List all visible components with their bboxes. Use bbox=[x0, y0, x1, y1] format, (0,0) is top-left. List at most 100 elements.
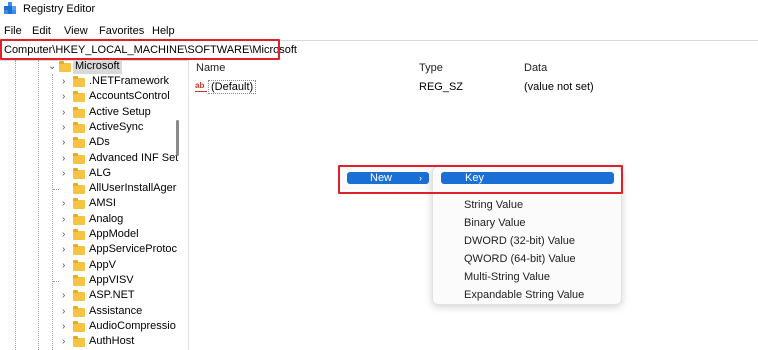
chevron-right-icon[interactable]: › bbox=[62, 306, 65, 317]
folder-icon bbox=[73, 336, 85, 348]
tree-item-label: Active Setup bbox=[89, 105, 151, 118]
folder-icon bbox=[73, 259, 85, 271]
chevron-right-icon[interactable]: › bbox=[62, 290, 65, 301]
tree-connector bbox=[53, 280, 59, 282]
tree-item[interactable]: › ASP.NET bbox=[0, 289, 186, 304]
column-header-name[interactable]: Name bbox=[196, 62, 225, 74]
folder-icon bbox=[73, 137, 85, 149]
menu-favorites[interactable]: Favorites bbox=[99, 25, 144, 37]
tree-item[interactable]: › ALG bbox=[0, 167, 186, 182]
folder-icon bbox=[73, 91, 85, 103]
folder-icon bbox=[73, 167, 85, 179]
menu-string-value[interactable]: String Value bbox=[464, 199, 523, 211]
tree-item[interactable]: › AuthHost bbox=[0, 335, 186, 350]
tree-item-label: ADs bbox=[89, 136, 110, 149]
tree-item-label: ASP.NET bbox=[89, 289, 135, 302]
folder-icon bbox=[73, 244, 85, 256]
tree-item[interactable]: › AppV bbox=[0, 259, 186, 274]
tree-item-label: Assistance bbox=[89, 304, 143, 317]
tree-item[interactable]: › AccountsControl bbox=[0, 90, 186, 105]
chevron-right-icon[interactable]: › bbox=[62, 137, 65, 148]
folder-icon bbox=[73, 152, 85, 164]
tree-item-label: AccountsControl bbox=[89, 90, 170, 103]
chevron-right-icon[interactable]: › bbox=[62, 244, 65, 255]
context-highlight-box bbox=[338, 165, 623, 194]
tree-item[interactable]: › Active Setup bbox=[0, 106, 186, 121]
title-bar: Registry Editor bbox=[0, 0, 758, 20]
tree-item-label: .NETFramework bbox=[89, 75, 170, 87]
chevron-down-icon[interactable]: ⌄ bbox=[48, 61, 56, 72]
chevron-right-icon[interactable]: › bbox=[62, 214, 65, 225]
tree-item[interactable]: › Advanced INF Set bbox=[0, 152, 186, 167]
tree-item-microsoft[interactable]: ⌄ Microsoft bbox=[0, 60, 186, 75]
tree-item-label: AppModel bbox=[89, 228, 139, 240]
tree-item[interactable]: › Assistance bbox=[0, 305, 186, 320]
address-highlight-box bbox=[0, 39, 280, 60]
menu-dword-value[interactable]: DWORD (32-bit) Value bbox=[464, 235, 575, 247]
tree-item-label: ALG bbox=[89, 166, 112, 179]
tree-item-label: Advanced INF Set bbox=[89, 151, 179, 164]
column-header-data[interactable]: Data bbox=[524, 62, 547, 74]
tree-item-label: AppServiceProtoc bbox=[89, 243, 178, 256]
menu-expandable-string-value[interactable]: Expandable String Value bbox=[464, 289, 584, 301]
tree-item[interactable]: AllUserInstallAger bbox=[0, 182, 186, 197]
tree-item-label: ActiveSync bbox=[89, 120, 144, 133]
folder-icon bbox=[59, 61, 71, 72]
chevron-right-icon[interactable]: › bbox=[62, 168, 65, 179]
tree-item[interactable]: AppVISV bbox=[0, 274, 186, 289]
menu-view[interactable]: View bbox=[64, 25, 88, 37]
chevron-right-icon[interactable]: › bbox=[62, 336, 65, 347]
tree-scrollbar-thumb[interactable] bbox=[176, 120, 179, 156]
tree-item-label: AppV bbox=[89, 258, 116, 271]
chevron-right-icon[interactable]: › bbox=[62, 122, 65, 133]
chevron-right-icon[interactable]: › bbox=[62, 153, 65, 164]
pane-splitter[interactable] bbox=[188, 60, 189, 350]
tree-item-label: Microsoft bbox=[75, 60, 120, 72]
folder-icon bbox=[73, 320, 85, 332]
registry-tree: ⌄ Microsoft › .NETFramework › AccountsContr… bbox=[0, 60, 186, 350]
column-header-type[interactable]: Type bbox=[419, 62, 443, 74]
menu-binary-value[interactable]: Binary Value bbox=[464, 217, 526, 229]
folder-icon bbox=[73, 274, 85, 286]
chevron-right-icon[interactable]: › bbox=[62, 198, 65, 209]
tree-item-label: AppVISV bbox=[89, 273, 134, 286]
menu-file[interactable]: File bbox=[4, 25, 22, 37]
tree-connector bbox=[53, 189, 59, 191]
folder-icon bbox=[73, 290, 85, 302]
tree-item-label: AudioCompressio bbox=[89, 319, 176, 332]
folder-icon bbox=[73, 213, 85, 225]
tree-item-label: Analog bbox=[89, 212, 124, 225]
tree-item[interactable]: › Analog bbox=[0, 213, 186, 228]
folder-icon bbox=[73, 76, 85, 87]
chevron-right-icon[interactable]: › bbox=[62, 260, 65, 271]
registry-editor-icon bbox=[4, 2, 16, 14]
string-value-icon: ab bbox=[195, 80, 207, 92]
tree-item-label: AllUserInstallAger bbox=[89, 182, 177, 195]
tree-item-label: AMSI bbox=[89, 197, 116, 210]
menu-multi-string-value[interactable]: Multi-String Value bbox=[464, 271, 550, 283]
chevron-right-icon[interactable]: › bbox=[62, 91, 65, 102]
tree-item[interactable]: › AppServiceProtoc bbox=[0, 243, 186, 258]
menu-qword-value[interactable]: QWORD (64-bit) Value bbox=[464, 253, 576, 265]
chevron-right-icon[interactable]: › bbox=[62, 229, 65, 240]
folder-icon bbox=[73, 121, 85, 133]
value-data: (value not set) bbox=[524, 81, 594, 93]
tree-item-label: AuthHost bbox=[89, 335, 135, 348]
folder-icon bbox=[73, 183, 85, 195]
tree-item[interactable]: › ADs bbox=[0, 136, 186, 151]
tree-item[interactable]: › ActiveSync bbox=[0, 121, 186, 136]
chevron-right-icon[interactable]: › bbox=[62, 321, 65, 332]
window-title: Registry Editor bbox=[23, 3, 96, 15]
menu-bar: File Edit View Favorites Help bbox=[0, 24, 758, 40]
menu-edit[interactable]: Edit bbox=[32, 25, 51, 37]
folder-icon bbox=[73, 305, 85, 317]
menu-help[interactable]: Help bbox=[152, 25, 175, 37]
tree-item[interactable]: › AMSI bbox=[0, 197, 186, 212]
tree-item[interactable]: › AppModel bbox=[0, 228, 186, 243]
tree-item[interactable]: › AudioCompressio bbox=[0, 320, 186, 335]
tree-item[interactable]: › .NETFramework bbox=[0, 75, 186, 90]
chevron-right-icon[interactable]: › bbox=[62, 107, 65, 118]
chevron-right-icon[interactable]: › bbox=[62, 76, 65, 87]
folder-icon bbox=[73, 229, 85, 240]
value-name-default[interactable]: (Default) bbox=[208, 80, 257, 94]
